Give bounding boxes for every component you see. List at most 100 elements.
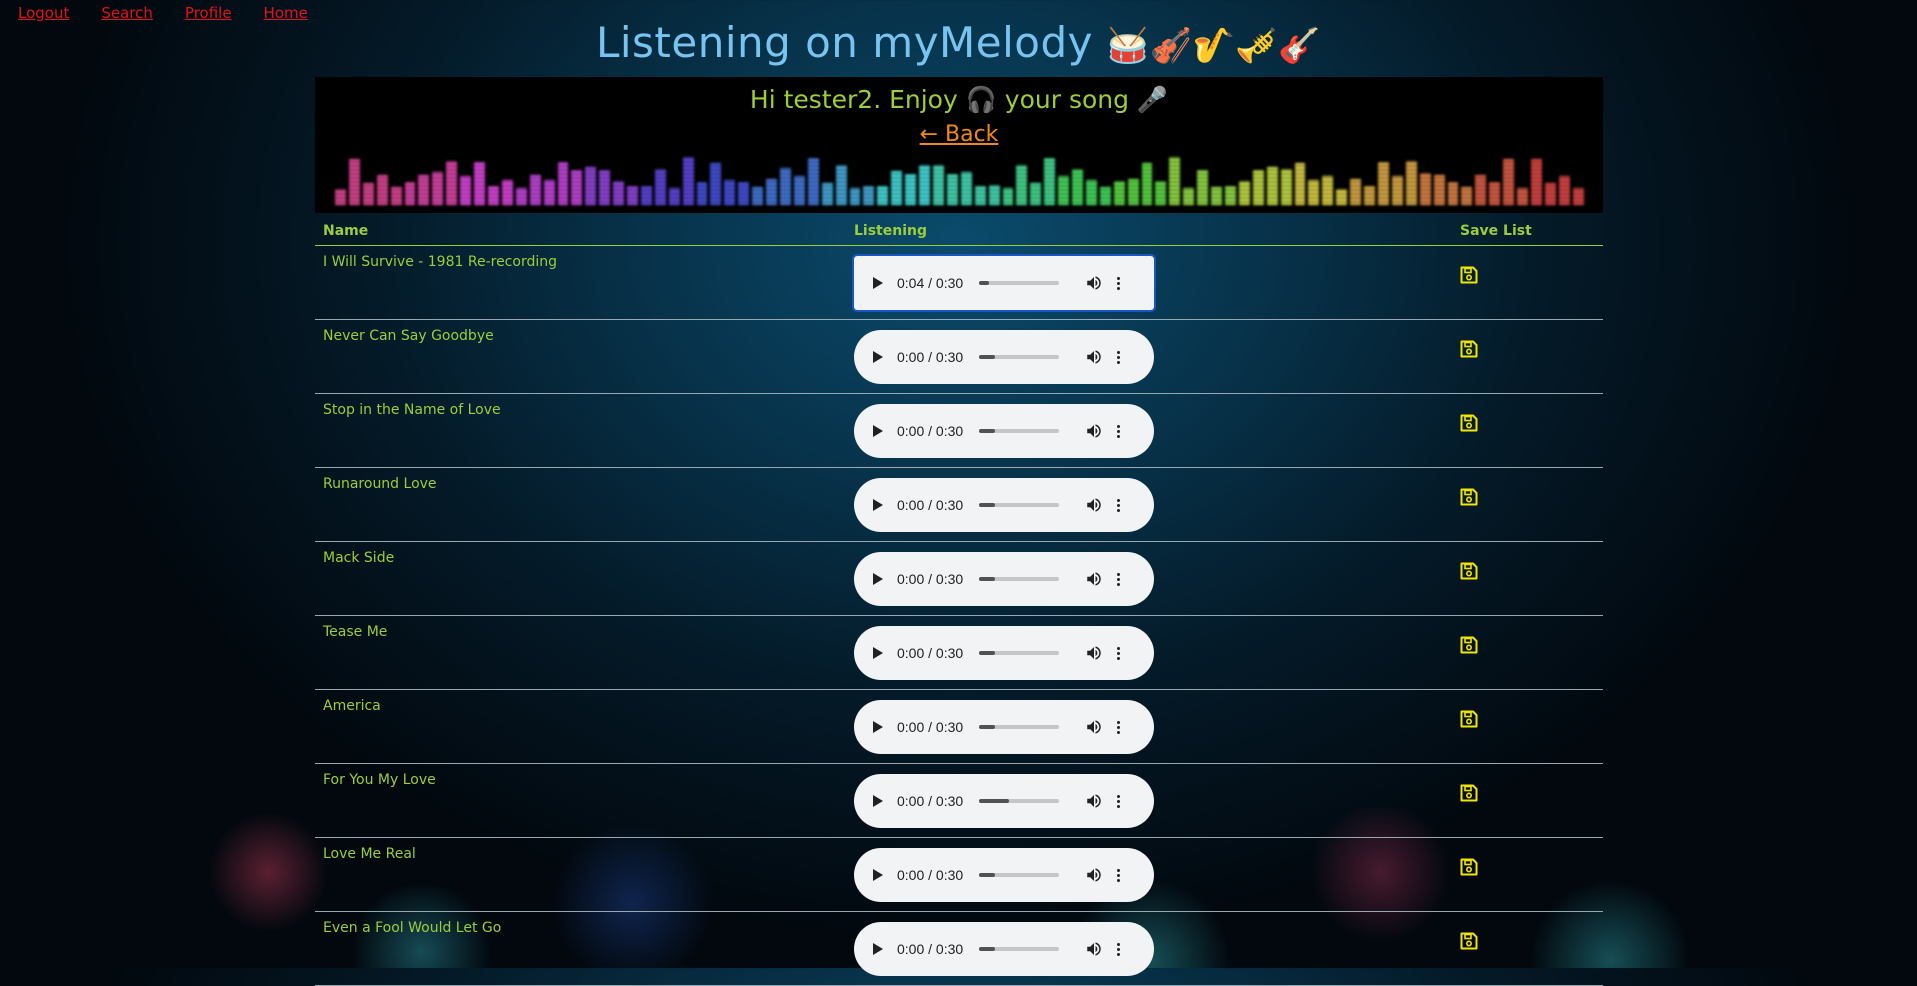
- volume-icon[interactable]: [1085, 866, 1103, 884]
- playback-time: 0:00 / 0:30: [897, 645, 964, 661]
- equalizer-bar: [1350, 179, 1362, 205]
- table-row: Runaround Love 0:00 / 0:30: [315, 467, 1603, 542]
- audio-player[interactable]: 0:00 / 0:30: [854, 700, 1154, 754]
- audio-player[interactable]: 0:00 / 0:30: [854, 552, 1154, 606]
- audio-player[interactable]: 0:00 / 0:30: [854, 330, 1154, 384]
- floppy-disk-icon[interactable]: [1460, 784, 1478, 806]
- audio-player[interactable]: 0:04 / 0:30: [852, 254, 1156, 312]
- volume-icon[interactable]: [1085, 718, 1103, 736]
- equalizer-bar: [348, 159, 360, 205]
- volume-icon[interactable]: [1085, 422, 1103, 440]
- progress-slider[interactable]: [979, 503, 1059, 507]
- equalizer-bar: [640, 186, 652, 205]
- equalizer-bar: [390, 187, 402, 205]
- equalizer-bar: [835, 165, 847, 205]
- equalizer-bar: [1336, 188, 1348, 205]
- more-vert-icon[interactable]: [1117, 720, 1120, 734]
- volume-icon[interactable]: [1085, 274, 1103, 292]
- play-icon[interactable]: [873, 943, 883, 955]
- more-vert-icon[interactable]: [1117, 424, 1120, 438]
- more-vert-icon[interactable]: [1117, 646, 1120, 660]
- progress-slider[interactable]: [979, 725, 1059, 729]
- playback-time: 0:00 / 0:30: [897, 423, 964, 439]
- more-vert-icon[interactable]: [1117, 276, 1120, 290]
- equalizer-bar: [1294, 162, 1306, 205]
- play-icon[interactable]: [873, 721, 883, 733]
- play-icon[interactable]: [873, 499, 883, 511]
- equalizer-bar: [599, 170, 611, 205]
- volume-icon[interactable]: [1085, 644, 1103, 662]
- play-icon[interactable]: [873, 795, 883, 807]
- listening-cell: 0:00 / 0:30: [846, 763, 1452, 838]
- play-icon[interactable]: [873, 573, 883, 585]
- floppy-disk-icon[interactable]: [1460, 932, 1478, 954]
- equalizer-bar: [1475, 174, 1487, 205]
- playback-time: 0:00 / 0:30: [897, 497, 964, 513]
- floppy-disk-icon[interactable]: [1460, 266, 1478, 288]
- equalizer-bar: [766, 179, 777, 205]
- more-vert-icon[interactable]: [1117, 498, 1120, 512]
- audio-player[interactable]: 0:00 / 0:30: [854, 774, 1154, 828]
- more-vert-icon[interactable]: [1117, 350, 1120, 364]
- play-icon[interactable]: [873, 869, 883, 881]
- listening-cell: 0:00 / 0:30: [846, 467, 1452, 542]
- equalizer-bar: [1197, 169, 1209, 205]
- progress-slider[interactable]: [979, 651, 1059, 655]
- play-icon[interactable]: [873, 425, 883, 437]
- more-vert-icon[interactable]: [1117, 794, 1120, 808]
- floppy-disk-icon[interactable]: [1460, 636, 1478, 658]
- equalizer-bar: [432, 171, 444, 205]
- progress-slider[interactable]: [979, 281, 1059, 285]
- audio-player[interactable]: 0:00 / 0:30: [854, 626, 1154, 680]
- back-link[interactable]: ← Back: [920, 122, 999, 147]
- floppy-disk-icon[interactable]: [1460, 858, 1478, 880]
- audio-player[interactable]: 0:00 / 0:30: [854, 478, 1154, 532]
- equalizer-bar: [460, 176, 472, 205]
- equalizer-bar: [543, 180, 555, 205]
- floppy-disk-icon[interactable]: [1460, 562, 1478, 584]
- floppy-disk-icon[interactable]: [1460, 414, 1478, 436]
- equalizer-bar: [1238, 180, 1250, 205]
- equalizer-bar: [1558, 176, 1570, 205]
- progress-slider[interactable]: [979, 355, 1059, 359]
- save-list-cell: [1452, 689, 1603, 764]
- progress-slider[interactable]: [979, 947, 1059, 951]
- equalizer-bar: [404, 181, 416, 205]
- listening-cell: 0:04 / 0:30: [846, 245, 1452, 320]
- listening-cell: 0:00 / 0:30: [846, 911, 1452, 986]
- floppy-disk-icon[interactable]: [1460, 340, 1478, 362]
- page-title: Listening on myMelody 🥁🎻🎷🎺🎸: [0, 18, 1917, 67]
- play-icon[interactable]: [873, 277, 883, 289]
- equalizer-bar: [1002, 187, 1014, 205]
- progress-fill: [979, 873, 995, 877]
- volume-icon[interactable]: [1085, 570, 1103, 588]
- audio-player[interactable]: 0:00 / 0:30: [854, 404, 1154, 458]
- column-header-name: Name: [315, 216, 846, 246]
- floppy-disk-icon[interactable]: [1460, 710, 1478, 732]
- audio-player[interactable]: 0:00 / 0:30: [854, 848, 1154, 902]
- play-icon[interactable]: [873, 647, 883, 659]
- table-row: Mack Side 0:00 / 0:30: [315, 541, 1603, 616]
- table-row: Never Can Say Goodbye 0:00 / 0:30: [315, 319, 1603, 394]
- progress-slider[interactable]: [979, 577, 1059, 581]
- more-vert-icon[interactable]: [1117, 572, 1120, 586]
- progress-slider[interactable]: [979, 873, 1059, 877]
- song-name: America: [315, 689, 846, 764]
- more-vert-icon[interactable]: [1117, 868, 1120, 882]
- equalizer-bar: [1461, 186, 1473, 205]
- listening-cell: 0:00 / 0:30: [846, 393, 1452, 468]
- volume-icon[interactable]: [1085, 348, 1103, 366]
- volume-icon[interactable]: [1085, 496, 1103, 514]
- progress-fill: [979, 355, 995, 359]
- more-vert-icon[interactable]: [1117, 942, 1120, 956]
- progress-slider[interactable]: [979, 799, 1059, 803]
- equalizer-bar: [682, 156, 694, 205]
- play-icon[interactable]: [873, 351, 883, 363]
- volume-icon[interactable]: [1085, 940, 1103, 958]
- song-name: Tease Me: [315, 615, 846, 690]
- equalizer-bar: [1252, 169, 1264, 205]
- volume-icon[interactable]: [1085, 792, 1103, 810]
- equalizer-bar: [905, 173, 917, 205]
- progress-slider[interactable]: [979, 429, 1059, 433]
- floppy-disk-icon[interactable]: [1460, 488, 1478, 510]
